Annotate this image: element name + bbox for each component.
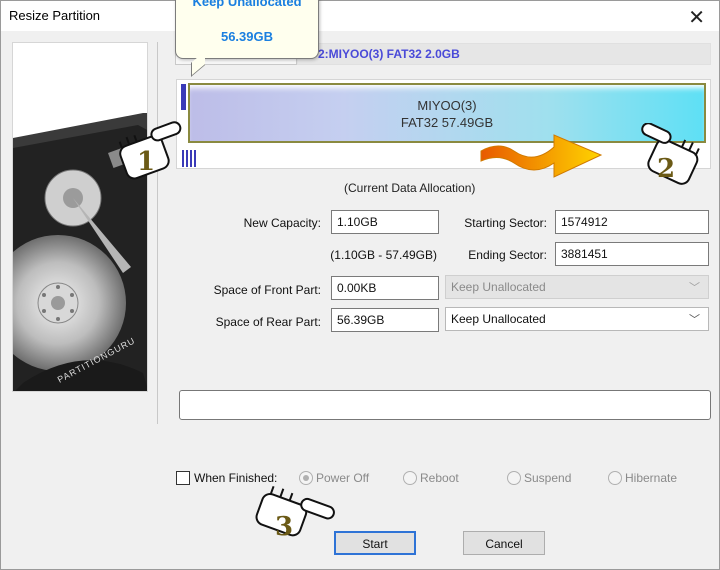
progress-bar: [179, 390, 711, 420]
power-off-radio[interactable]: [299, 471, 313, 485]
ending-sector-input[interactable]: 3881451: [555, 242, 709, 266]
pointing-hand-icon: 2: [641, 123, 700, 185]
start-button[interactable]: Start: [334, 531, 416, 555]
front-space-select: Keep Unallocated ﹀: [445, 275, 709, 299]
front-space-option: Keep Unallocated: [451, 280, 546, 294]
title-bar: Resize Partition ✕: [1, 1, 719, 31]
pointing-hand-icon: 1: [118, 121, 182, 180]
starting-sector-input[interactable]: 1574912: [555, 210, 709, 234]
reboot-radio[interactable]: [403, 471, 417, 485]
reboot-label: Reboot: [420, 471, 459, 485]
rear-space-label: Space of Rear Part:: [215, 315, 321, 329]
when-finished-checkbox[interactable]: [176, 471, 190, 485]
tooltip-size: 56.39GB: [220, 29, 274, 44]
hibernate-label: Hibernate: [625, 471, 678, 485]
pointing-hand-icon: 3: [255, 485, 335, 542]
resize-partition-dialog: Resize Partition ✕ PARTITIONGURU 2:MIYOO…: [0, 0, 720, 570]
partition-header-text: 2:MIYOO(3) FAT32 2.0GB: [318, 47, 460, 61]
ending-sector-label: Ending Sector:: [468, 248, 547, 262]
suspend-radio[interactable]: [507, 471, 521, 485]
front-space-label: Space of Front Part:: [213, 283, 321, 297]
close-icon[interactable]: ✕: [688, 5, 705, 30]
bar-left-handle[interactable]: [181, 84, 186, 110]
panel-separator: [157, 42, 158, 424]
capacity-range-label: (1.10GB - 57.49GB): [330, 248, 437, 262]
rear-space-input[interactable]: 56.39GB: [331, 308, 439, 332]
suspend-label: Suspend: [524, 471, 572, 485]
partition-detail: FAT32 57.49GB: [400, 115, 494, 130]
step-1-number: 1: [137, 147, 155, 177]
unallocated-tooltip: Keep Unallocated 56.39GB: [175, 0, 319, 59]
tooltip-title: Keep Unallocated: [192, 0, 302, 9]
drag-arrow-icon: [480, 134, 603, 178]
new-capacity-label: New Capacity:: [243, 216, 321, 230]
data-allocation-label: (Current Data Allocation): [344, 181, 476, 195]
rear-space-option: Keep Unallocated: [451, 312, 546, 326]
new-capacity-input[interactable]: 1.10GB: [331, 210, 439, 234]
starting-sector-label: Starting Sector:: [464, 216, 547, 230]
hibernate-radio[interactable]: [608, 471, 622, 485]
power-off-label: Power Off: [316, 471, 370, 485]
step-2-number: 2: [657, 154, 675, 184]
chevron-down-icon: ﹀: [689, 282, 700, 294]
window-title: Resize Partition: [9, 8, 101, 23]
partition-header: 2:MIYOO(3) FAT32 2.0GB: [297, 43, 711, 65]
rear-space-select[interactable]: Keep Unallocated ﹀: [445, 307, 709, 331]
chevron-down-icon: ﹀: [689, 314, 700, 326]
cancel-button[interactable]: Cancel: [463, 531, 545, 555]
step-3-number: 3: [275, 512, 293, 542]
hard-drive-image: PARTITIONGURU: [12, 42, 148, 392]
partition-name: MIYOO(3): [417, 98, 477, 113]
when-finished-label: When Finished:: [194, 471, 278, 485]
front-space-input[interactable]: 0.00KB: [331, 276, 439, 300]
